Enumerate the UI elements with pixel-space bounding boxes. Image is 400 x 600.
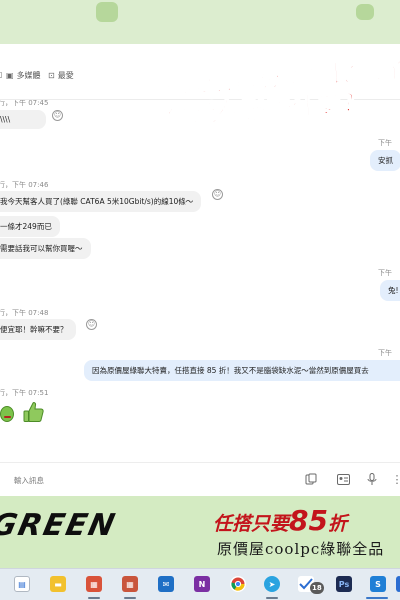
toolbar-item-label: 多媒體	[16, 71, 41, 80]
image-viewer-icon[interactable]: ▦	[122, 576, 138, 592]
telegram-icon[interactable]: ➤	[264, 576, 280, 592]
incoming-message[interactable]: 需要話我可以幫你買喔～	[0, 238, 91, 259]
toolbar-item-chat[interactable]: ▯	[0, 70, 5, 79]
promo-title: 任搭只要85折	[213, 504, 347, 537]
onenote-icon[interactable]: N	[194, 576, 210, 592]
message-text: 便宜耶！幹嘛不要？	[0, 325, 68, 334]
chat-icon: ▯	[0, 70, 3, 79]
message-meta: 行，下午 07:51	[0, 389, 49, 397]
skype-icon[interactable]: S	[370, 576, 386, 592]
outgoing-message[interactable]: 兔!	[380, 280, 400, 301]
message-text: 因為原價屋綠聯大特賣，任搭直接 85 折！我又不是腦袋缺水泥～當然到原價屋買去	[92, 366, 369, 375]
incoming-message[interactable]: \\\\	[0, 110, 46, 129]
app-edge-icon[interactable]	[396, 576, 400, 592]
toolbar-item-favorites[interactable]: ⊡ 最愛	[48, 70, 74, 81]
react-smile-icon[interactable]: ☺	[86, 319, 97, 330]
sticker-decor-icon	[356, 4, 374, 20]
task-check-icon[interactable]: 18	[298, 576, 324, 594]
message-text: 需要話我可以幫你買喔～	[0, 244, 83, 253]
toolbar-item-label: 最愛	[57, 71, 74, 80]
incoming-message[interactable]: 一條才249而已	[0, 216, 60, 237]
microphone-icon[interactable]	[363, 470, 381, 488]
promo-subtitle: 原價屋coolpc綠聯全品	[217, 540, 385, 558]
active-app-indicator	[366, 597, 388, 599]
message-meta: 行，下午 07:46	[0, 181, 49, 189]
promo-title-part: 折	[327, 513, 347, 535]
running-indicator	[88, 597, 100, 599]
react-smile-icon[interactable]: ☺	[52, 110, 63, 121]
notification-badge: 18	[310, 582, 324, 594]
message-text: \\\\	[0, 115, 11, 124]
thumbs-up-emoji-icon	[23, 402, 44, 422]
media-icon: ▣	[6, 71, 14, 80]
toolbar-item-media[interactable]: ▣ 多媒體	[6, 70, 41, 81]
running-indicator	[266, 597, 278, 599]
message-text: 安抓	[378, 156, 393, 165]
bookmark-icon: ⊡	[48, 71, 55, 80]
message-text: 兔!	[388, 286, 399, 295]
react-smile-icon[interactable]: ☺	[212, 189, 223, 200]
message-text: 一條才249而已	[0, 222, 52, 231]
promo-banner[interactable]: GREEN 任搭只要85折 原價屋coolpc綠聯全品	[0, 496, 400, 568]
sticky-notes-icon[interactable]: ▬	[50, 576, 66, 592]
chat-message-list[interactable]: 行，下午 07:45 \\\\ ☺ 下午 安抓 行，下午 07:46 我今天幫客…	[0, 100, 400, 462]
photos-icon[interactable]: ▦	[86, 576, 102, 592]
photoshop-icon[interactable]: Ps	[336, 576, 352, 592]
message-meta: 行，下午 07:48	[0, 309, 49, 317]
message-input[interactable]	[14, 468, 304, 492]
green-logo: GREEN	[0, 508, 120, 543]
outgoing-message[interactable]: 安抓	[370, 150, 400, 171]
chrome-icon[interactable]	[230, 576, 246, 592]
promo-title-part: 任搭只要	[213, 513, 290, 535]
running-indicator	[124, 597, 136, 599]
message-meta: 行，下午 07:45	[0, 100, 49, 107]
incoming-message[interactable]: 我今天幫客人買了(綠聯 CAT6A 5米10Gbit/s)的線10條～	[0, 191, 202, 212]
angry-face-emoji-icon	[0, 406, 14, 422]
top-decor-band	[0, 0, 400, 44]
incoming-message[interactable]: 便宜耶！幹嘛不要？	[0, 319, 76, 340]
promo-discount: 85	[289, 504, 328, 537]
outgoing-message[interactable]: 因為原價屋綠聯大特賣，任搭直接 85 折！我又不是腦袋缺水泥～當然到原價屋買去	[84, 360, 400, 381]
contact-card-icon[interactable]	[334, 470, 352, 488]
message-meta: 下午	[378, 269, 392, 277]
message-text: 我今天幫客人買了(綠聯 CAT6A 5米10Gbit/s)的線10條～	[0, 197, 194, 206]
more-options-icon[interactable]: ⋮	[388, 470, 400, 488]
taskbar: ▤ ▬ ▦ ▦ ✉ N ➤ 18 Ps S	[0, 568, 400, 600]
message-meta: 下午	[378, 139, 392, 147]
store-icon[interactable]: ▤	[14, 576, 30, 592]
message-composer: ⋮	[0, 462, 400, 496]
attachment-icon[interactable]	[302, 470, 320, 488]
mail-icon[interactable]: ✉	[158, 576, 174, 592]
sticker-decor-icon	[96, 2, 118, 22]
message-meta: 下午	[378, 349, 392, 357]
